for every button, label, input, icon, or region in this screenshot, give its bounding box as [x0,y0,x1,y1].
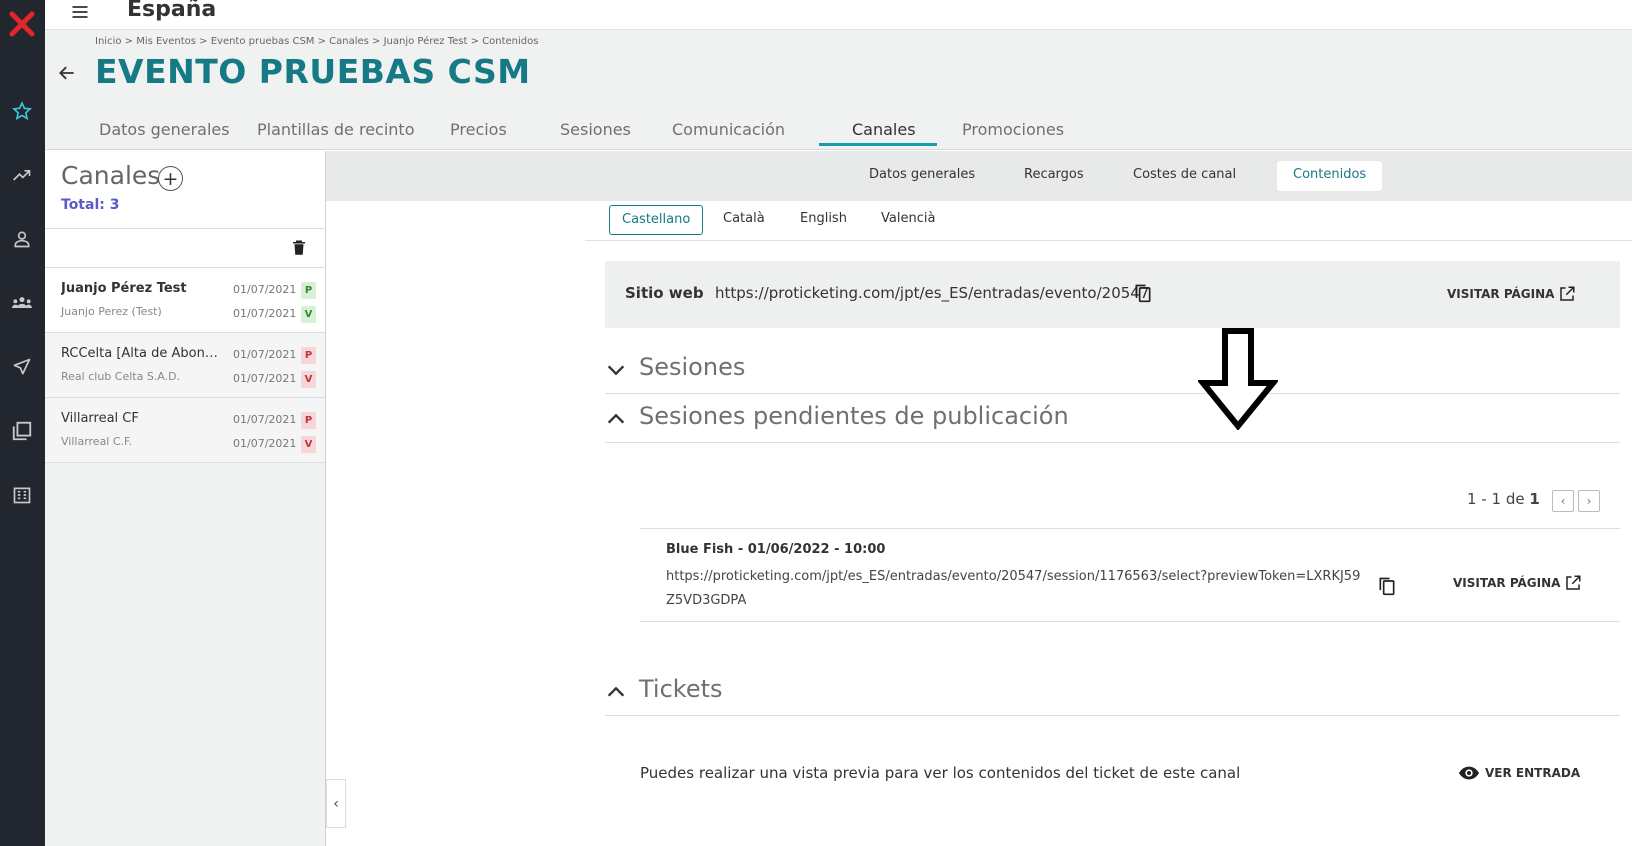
channels-title: Canales [61,161,161,190]
channel-item[interactable]: Villarreal CF Villarreal C.F. 01/07/2021… [45,398,325,463]
arrow-down-icon [1198,328,1278,430]
channel-name: Juanjo Pérez Test [61,281,187,296]
channel-date: 01/07/2021 [233,283,297,296]
eye-icon [1458,766,1480,780]
channel-date: 01/07/2021 [233,348,297,361]
channel-entity: Real club Celta S.A.D. [61,370,181,383]
visit-page-button[interactable]: VISITAR PÁGINA [1447,285,1576,303]
hamburger-menu-icon[interactable] [70,2,96,24]
subtab-recargos[interactable]: Recargos [1008,161,1100,191]
channel-subtabs: Datos generales Recargos Costes de canal… [326,151,1632,201]
tab-datos-generales[interactable]: Datos generales [99,116,230,150]
open-external-icon [1566,575,1581,590]
session-url: https://proticketing.com/jpt/es_ES/entra… [666,569,1361,608]
channels-toolbar [45,229,325,268]
tab-sesiones[interactable]: Sesiones [560,116,631,150]
group-icon[interactable] [7,288,37,318]
channel-item[interactable]: Juanjo Pérez Test Juanjo Perez (Test) 01… [45,268,325,333]
subtab-costes-canal[interactable]: Costes de canal [1117,161,1252,191]
chevron-down-icon [607,365,625,376]
collapse-panel-button[interactable]: ‹ [326,779,346,828]
visit-page-label: VISITAR PÁGINA [1447,287,1555,301]
section-title: Sesiones pendientes de publicación [639,402,1069,430]
logo-icon[interactable] [4,6,40,42]
lang-english[interactable]: English [788,205,859,235]
status-badge: V [301,371,316,388]
section-title: Sesiones [639,353,746,381]
pager-of: de [1505,490,1525,508]
back-arrow-icon[interactable] [57,63,81,87]
pending-session-row: Blue Fish - 01/06/2022 - 10:00 https://p… [640,528,1620,622]
channels-total: Total: 3 [61,197,120,213]
top-bar: España [45,0,1632,30]
section-title: Tickets [639,675,723,703]
page-title: EVENTO PRUEBAS CSM [95,52,531,91]
session-title: Blue Fish - 01/06/2022 - 10:00 [666,542,886,557]
user-icon[interactable] [7,224,37,254]
copy-icon[interactable] [1133,282,1155,306]
tab-promociones[interactable]: Promociones [962,116,1064,150]
channels-header: Canales + Total: 3 [45,151,325,229]
channel-date: 01/07/2021 [233,413,297,426]
website-label: Sitio web [625,284,704,302]
send-icon[interactable] [7,352,37,382]
visit-page-button[interactable]: VISITAR PÁGINA [1453,574,1582,592]
tab-plantillas-recinto[interactable]: Plantillas de recinto [257,116,414,150]
lang-castellano[interactable]: Castellano [609,205,704,235]
view-ticket-label: VER ENTRADA [1485,766,1581,780]
open-external-icon [1560,286,1575,301]
pager-range: 1 - 1 [1467,490,1502,508]
trash-icon[interactable] [290,238,310,258]
add-channel-button[interactable]: + [158,166,183,191]
status-badge: V [301,306,316,323]
page-header: Inicio > Mis Eventos > Evento pruebas CS… [45,30,1632,150]
channels-panel: Canales + Total: 3 Juanjo Pérez Test Jua… [45,151,326,846]
star-icon[interactable] [7,96,37,126]
prev-page-button[interactable]: ‹ [1552,490,1574,512]
nav-rail [0,0,45,846]
tab-precios[interactable]: Precios [450,116,507,150]
section-tickets[interactable]: Tickets [605,668,1620,716]
status-badge: P [301,412,316,429]
chevron-up-icon [607,686,625,697]
copy-icon[interactable] [1377,575,1399,599]
language-tabs: Castellano Català English Valencià [585,201,1632,241]
subtab-datos-generales[interactable]: Datos generales [853,161,991,191]
channel-entity: Juanjo Perez (Test) [61,305,162,318]
status-badge: P [301,347,316,364]
channel-date: 01/07/2021 [233,372,297,385]
breadcrumb[interactable]: Inicio > Mis Eventos > Evento pruebas CS… [95,36,538,47]
tickets-description: Puedes realizar una vista previa para ve… [640,764,1241,782]
channel-entity: Villarreal C.F. [61,435,133,448]
channel-item[interactable]: RCCelta [Alta de Abonados] Real club Cel… [45,333,325,398]
lang-catala[interactable]: Català [711,205,777,235]
building-icon[interactable] [7,480,37,510]
visit-page-label: VISITAR PÁGINA [1453,576,1561,590]
chevron-up-icon [607,413,625,424]
status-badge: P [301,282,316,299]
channel-date: 01/07/2021 [233,307,297,320]
section-sesiones[interactable]: Sesiones [605,346,1620,394]
library-icon[interactable] [7,416,37,446]
channel-date: 01/07/2021 [233,437,297,450]
channel-name: RCCelta [Alta de Abonados] [61,346,221,361]
lang-valencia[interactable]: Valencià [869,205,947,235]
website-box: Sitio web https://proticketing.com/jpt/e… [605,261,1620,328]
tab-comunicacion[interactable]: Comunicación [672,116,785,150]
view-ticket-button[interactable]: VER ENTRADA [1458,765,1580,781]
subtab-contenidos[interactable]: Contenidos [1277,161,1383,191]
region-title: España [127,0,217,22]
website-url: https://proticketing.com/jpt/es_ES/entra… [715,284,1150,302]
status-badge: V [301,436,316,453]
section-sesiones-pendientes[interactable]: Sesiones pendientes de publicación [605,395,1620,443]
pager-info: 1 - 1 de 1 [1467,490,1540,508]
next-page-button[interactable]: › [1578,490,1600,512]
channel-name: Villarreal CF [61,411,139,426]
active-tab-indicator [819,143,937,146]
trending-icon[interactable] [7,160,37,190]
pager-total: 1 [1529,490,1540,508]
